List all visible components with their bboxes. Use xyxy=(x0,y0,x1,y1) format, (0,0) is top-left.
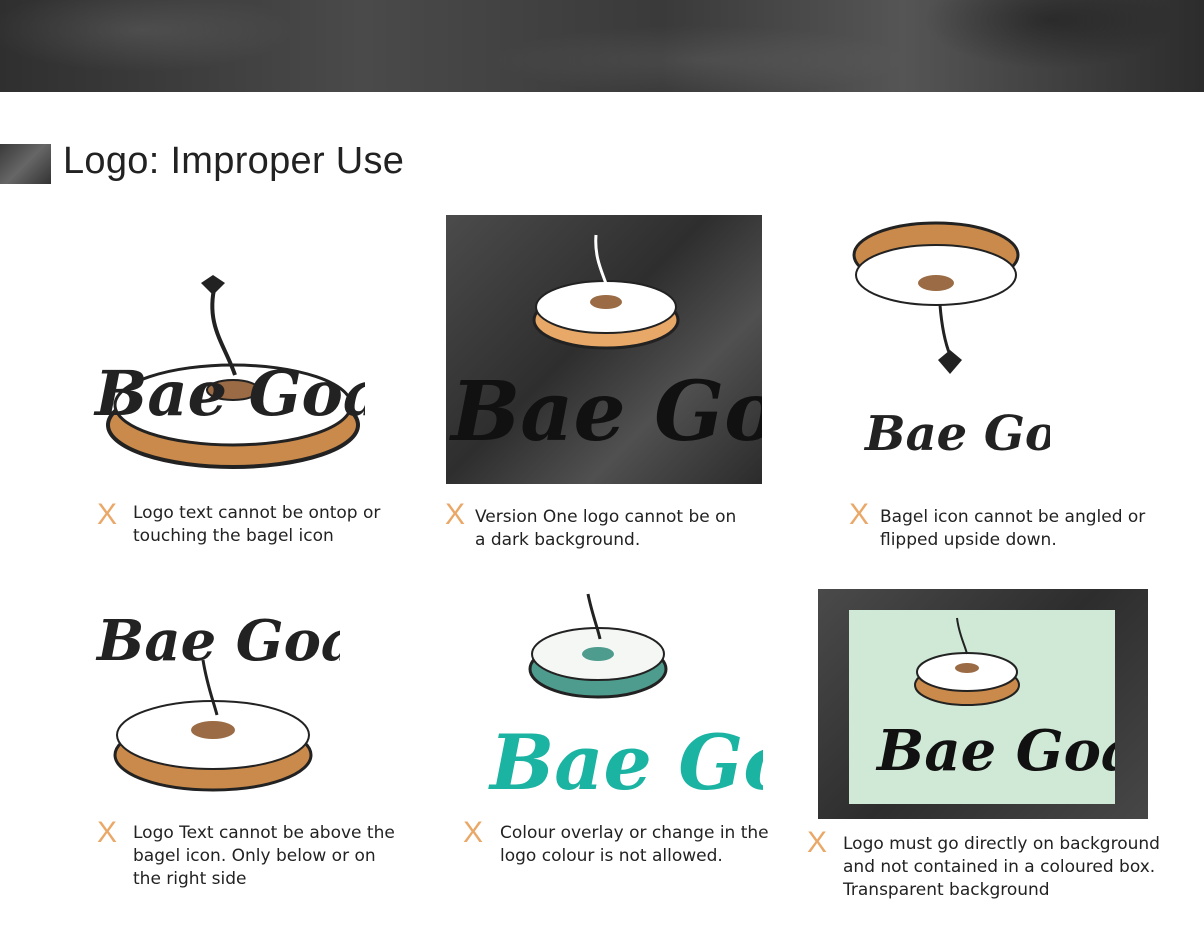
logo-example-flipped-bagel: Bae Goals xyxy=(850,215,1050,477)
rule-6-line-1: Logo must go directly on background xyxy=(843,834,1160,854)
rule-1-line-2: touching the bagel icon xyxy=(133,526,334,546)
x-mark-5: X xyxy=(463,816,484,849)
logo-wordmark: Bae Goals xyxy=(449,364,762,460)
x-mark-3: X xyxy=(849,498,870,531)
rule-6: Logo must go directly on background and … xyxy=(843,833,1198,902)
title-swatch xyxy=(0,144,51,184)
mint-box: Bae Goals xyxy=(849,610,1115,804)
logo-wordmark: Bae Goals xyxy=(93,357,365,430)
rule-5-line-1: Colour overlay or change in the xyxy=(500,823,769,843)
rule-1-line-1: Logo text cannot be ontop or xyxy=(133,503,381,523)
logo-wordmark: Bae Goals xyxy=(95,608,340,674)
rule-6-line-2: and not contained in a coloured box. xyxy=(843,857,1156,877)
rule-5-line-2: logo colour is not allowed. xyxy=(500,846,723,866)
logo-example-text-on-bagel: Bae Goals xyxy=(85,265,365,475)
logo-wordmark: Bae Goals xyxy=(863,406,1050,462)
rule-6-line-3: Transparent background xyxy=(843,880,1050,900)
x-mark-6: X xyxy=(807,826,828,859)
rule-2: Version One logo cannot be on a dark bac… xyxy=(475,506,795,552)
logo-example-text-above-bagel: Bae Goals xyxy=(95,590,340,800)
rule-3: Bagel icon cannot be angled or flipped u… xyxy=(880,506,1190,552)
rule-3-line-1: Bagel icon cannot be angled or xyxy=(880,507,1146,527)
x-mark-4: X xyxy=(97,816,118,849)
rule-4: Logo Text cannot be above the bagel icon… xyxy=(133,822,453,891)
rule-1: Logo text cannot be ontop or touching th… xyxy=(133,502,433,548)
logo-example-colour-overlay: Bae Goals xyxy=(488,584,763,814)
page-title: Logo: Improper Use xyxy=(63,140,405,182)
rule-4-line-2: bagel icon. Only below or on xyxy=(133,846,376,866)
rule-3-line-2: flipped upside down. xyxy=(880,530,1057,550)
rule-4-line-1: Logo Text cannot be above the xyxy=(133,823,395,843)
x-mark-1: X xyxy=(97,498,118,531)
rule-5: Colour overlay or change in the logo col… xyxy=(500,822,820,868)
logo-wordmark: Bae Goals xyxy=(875,718,1115,784)
header-banner xyxy=(0,0,1204,92)
logo-example-dark-background: Bae Goals xyxy=(446,215,762,484)
rule-2-line-1: Version One logo cannot be on xyxy=(475,507,737,527)
logo-wordmark: Bae Goals xyxy=(488,718,763,807)
x-mark-2: X xyxy=(445,498,466,531)
logo-example-coloured-box: Bae Goals xyxy=(818,589,1148,819)
rule-2-line-2: a dark background. xyxy=(475,530,641,550)
rule-4-line-3: the right side xyxy=(133,869,247,889)
